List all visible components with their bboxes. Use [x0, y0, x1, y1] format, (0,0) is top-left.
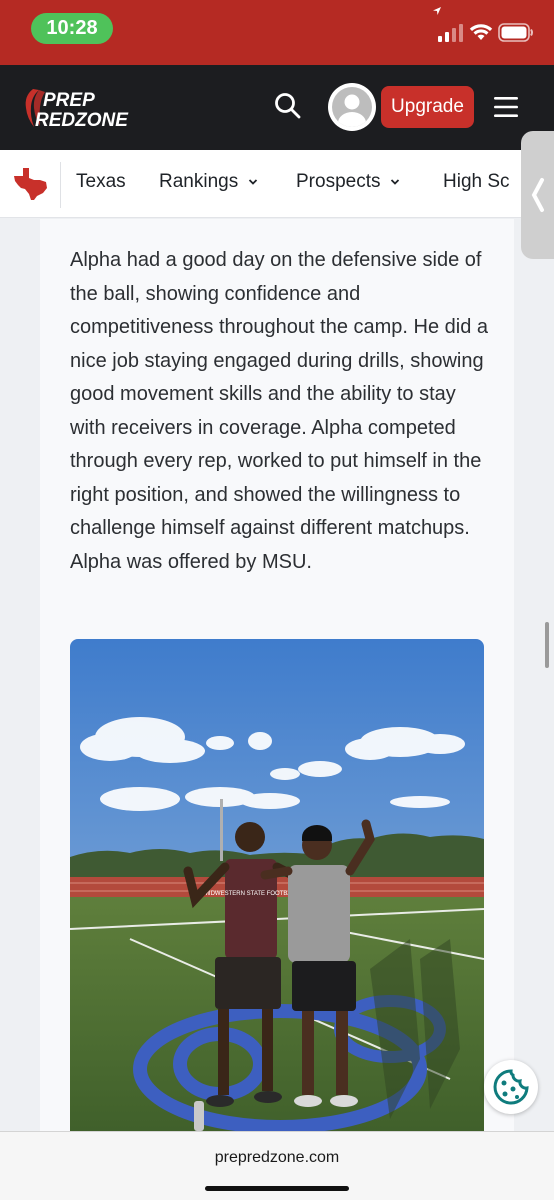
- wifi-icon: [469, 24, 493, 40]
- status-time: 10:28: [31, 13, 113, 44]
- chevron-left-icon: [531, 178, 544, 212]
- search-icon[interactable]: [272, 90, 304, 122]
- chevron-down-icon: [249, 179, 258, 185]
- nav-item-label: Rankings: [159, 171, 239, 192]
- prepredzone-logo[interactable]: PREP REDZONE: [21, 86, 141, 130]
- location-arrow-icon: [433, 7, 441, 15]
- home-indicator[interactable]: [205, 1186, 349, 1191]
- nav-item-label: Texas: [76, 171, 126, 192]
- nav-item-rankings[interactable]: Rankings: [159, 171, 258, 193]
- url-text[interactable]: prepredzone.com: [0, 1149, 554, 1167]
- shirt-text: MIDWESTERN STATE FOOTBALL: [204, 891, 299, 897]
- nav-item-high-school[interactable]: High Sc: [443, 171, 510, 193]
- chevron-down-icon: [391, 179, 400, 185]
- status-bar: 10:28: [0, 0, 554, 65]
- texas-state-icon[interactable]: [10, 166, 50, 202]
- players-photo-image: MIDWESTERN STATE FOOTBALL: [70, 639, 484, 1139]
- hamburger-menu-icon[interactable]: [492, 95, 520, 119]
- upgrade-button[interactable]: Upgrade: [381, 86, 474, 128]
- nav-item-prospects[interactable]: Prospects: [296, 171, 400, 193]
- nav-item-texas[interactable]: Texas: [76, 171, 126, 193]
- nav-divider: [60, 162, 61, 208]
- logo-text-redzone: REDZONE: [35, 110, 129, 130]
- scrollbar-thumb[interactable]: [545, 622, 549, 668]
- article-photo[interactable]: MIDWESTERN STATE FOOTBALL: [70, 639, 484, 1139]
- cookie-icon: [493, 1069, 529, 1105]
- nav-item-label: Prospects: [296, 171, 381, 192]
- article-paragraph: Alpha had a good day on the defensive si…: [70, 249, 489, 573]
- nav-item-label: High Sc: [443, 171, 510, 192]
- default-user-icon: [338, 94, 366, 127]
- logo-text-prep: PREP: [43, 90, 95, 111]
- cellular-signal-icon: [438, 24, 463, 42]
- main-nav: Texas Rankings Prospects High Sc: [0, 150, 554, 218]
- cookie-settings-button[interactable]: [484, 1060, 538, 1114]
- user-avatar[interactable]: [328, 83, 376, 131]
- battery-icon: [498, 23, 533, 42]
